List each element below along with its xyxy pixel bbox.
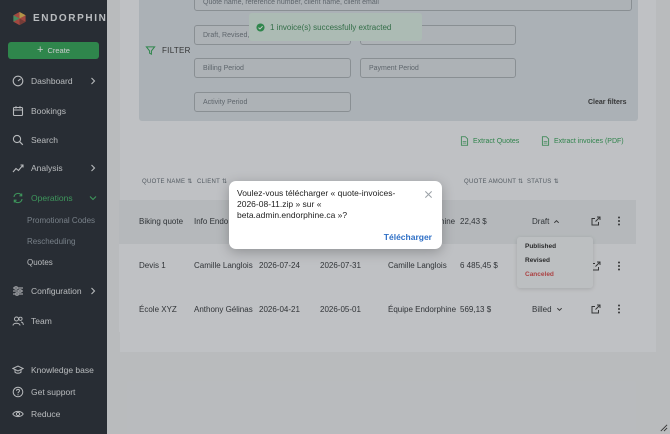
close-icon[interactable] [424,190,433,199]
resize-grip-icon[interactable] [659,423,668,432]
download-button[interactable]: Télécharger [384,232,432,242]
dialog-message: Voulez-vous télécharger « quote-invoices… [237,188,396,220]
download-dialog: Voulez-vous télécharger « quote-invoices… [229,181,442,249]
